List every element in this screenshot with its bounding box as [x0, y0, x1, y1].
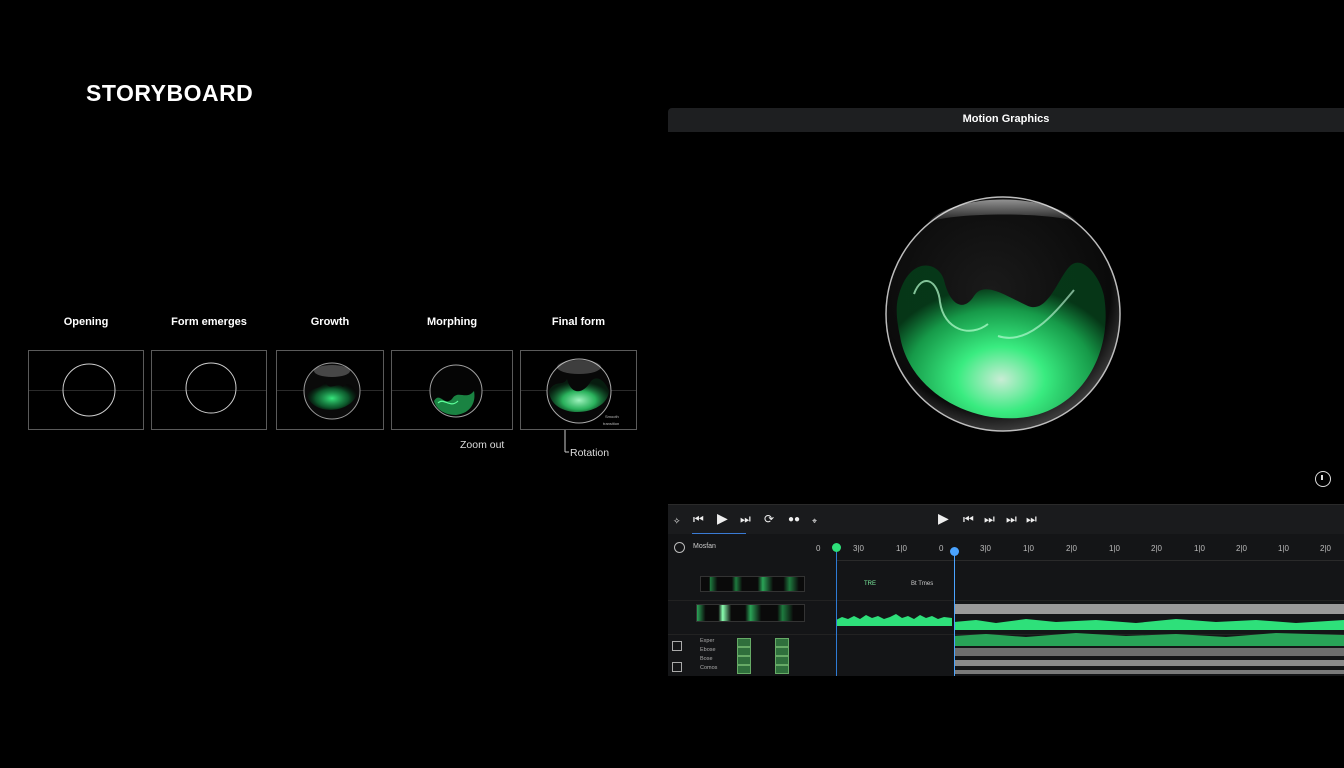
marker-second[interactable]: Bt Tmes: [911, 581, 933, 587]
skip-end-icon[interactable]: ⏭: [1006, 512, 1017, 526]
in-point-line: [836, 548, 837, 676]
play-icon[interactable]: ▶: [717, 511, 728, 525]
glass-sphere-final: [546, 358, 612, 424]
frame-label-opening: Opening: [63, 316, 109, 328]
frame-label-growth: Growth: [310, 316, 350, 328]
play-icon-right[interactable]: ▶: [938, 511, 949, 525]
pin-icon[interactable]: ⌖: [812, 514, 817, 528]
ruler-tick: 2|0: [1236, 544, 1247, 553]
ruler-tick: 2|0: [1151, 544, 1162, 553]
annotation-rotation: Rotation: [570, 447, 610, 459]
ruler-tick: 3|0: [980, 544, 991, 553]
next-frame-icon[interactable]: ⏭: [984, 512, 995, 526]
property-label: Comos: [700, 665, 718, 671]
video-thumbnail-strip[interactable]: [700, 576, 805, 592]
skip-back-icon[interactable]: ⏮: [693, 512, 704, 526]
tool-icon[interactable]: ✧: [673, 514, 681, 528]
final-frame-note-2: transition: [603, 421, 620, 426]
property-swatch[interactable]: [737, 656, 751, 665]
storyboard-frame-form-emerges[interactable]: [151, 350, 267, 430]
ruler-tick: 2|0: [1320, 544, 1331, 553]
property-label: Ebose: [700, 647, 716, 653]
transport-bar: ✧ ⏮ ▶ ⏭ ⟳ ●● ⌖ ▶ ⏮ ⏭ ⏭ ⏭: [668, 504, 1344, 535]
storyboard-title: STORYBOARD: [86, 80, 254, 106]
ruler-tick: 1|0: [1194, 544, 1205, 553]
loop-icon[interactable]: ⟳: [764, 512, 774, 526]
ruler-tick: 1|0: [1109, 544, 1120, 553]
property-swatch[interactable]: [775, 656, 789, 665]
property-swatch[interactable]: [737, 665, 751, 674]
timeline-ruler[interactable]: 0 3|0 1|0 0 3|0 1|0 2|0 1|0 2|0 1|0 2|0 …: [816, 534, 1344, 561]
end-icon[interactable]: ⏭: [1026, 512, 1037, 526]
property-label: Exper: [700, 638, 715, 644]
ruler-tick: 0: [816, 544, 821, 553]
playhead-handle[interactable]: [949, 546, 960, 557]
in-point-handle[interactable]: [831, 542, 842, 553]
ruler-tick: 0: [939, 544, 944, 553]
storyboard-frame-opening[interactable]: [28, 350, 144, 430]
property-swatch[interactable]: [775, 647, 789, 656]
property-label: Bose: [700, 656, 713, 662]
layer-icon[interactable]: [672, 641, 682, 651]
rotation-pointer-line: [564, 430, 569, 453]
final-frame-note-1: Smooth: [605, 414, 619, 419]
motion-graphics-panel: Motion Graphics ✧ ⏮ ▶ ⏭ ⟳ ●● ⌖ ▶ ⏮ ⏭ ⏭ ⏭…: [668, 108, 1344, 676]
save-icon[interactable]: [672, 662, 682, 672]
ruler-tick: 1|0: [896, 544, 907, 553]
annotation-zoom-out: Zoom out: [460, 439, 505, 451]
frame-label-final-form: Final form: [551, 316, 606, 328]
audio-waveform-track[interactable]: [836, 600, 1344, 676]
storyboard-frame-morphing[interactable]: [391, 350, 513, 430]
storyboard-frame-final-form[interactable]: Smooth transition: [520, 350, 637, 430]
panel-title: Motion Graphics: [962, 113, 1050, 125]
skip-forward-icon[interactable]: ⏭: [740, 512, 751, 526]
property-swatch[interactable]: [775, 638, 789, 647]
glass-sphere-small: [303, 362, 361, 420]
property-swatch[interactable]: [737, 638, 751, 647]
marker-first[interactable]: TRE: [864, 581, 876, 587]
video-thumbnail-strip[interactable]: [696, 604, 805, 622]
preview-glass-sphere[interactable]: [878, 186, 1128, 440]
frame-label-morphing: Morphing: [426, 316, 478, 328]
playhead-line: [954, 548, 955, 676]
prev-frame-icon[interactable]: ⏮: [963, 512, 974, 526]
storyboard-frame-growth[interactable]: [276, 350, 384, 430]
outline-circle: [185, 362, 237, 414]
timeline-name: Mosfan: [693, 543, 716, 550]
timeline-settings-icon[interactable]: [674, 542, 685, 553]
record-icon[interactable]: ●●: [788, 513, 800, 527]
outline-circle: [62, 363, 116, 417]
ruler-tick: 2|0: [1066, 544, 1077, 553]
preview-settings-button[interactable]: [1315, 471, 1331, 487]
ruler-tick: 1|0: [1023, 544, 1034, 553]
property-swatch[interactable]: [737, 647, 751, 656]
panel-header: Motion Graphics: [668, 108, 1344, 132]
morphing-sphere: [429, 364, 483, 418]
property-swatch[interactable]: [775, 665, 789, 674]
ruler-tick: 3|0: [853, 544, 864, 553]
frame-label-form-emerges: Form emerges: [171, 316, 247, 328]
timeline: Mosfan 0 3|0 1|0 0 3|0 1|0 2|0 1|0 2|0 1…: [668, 534, 1344, 676]
ruler-tick: 1|0: [1278, 544, 1289, 553]
